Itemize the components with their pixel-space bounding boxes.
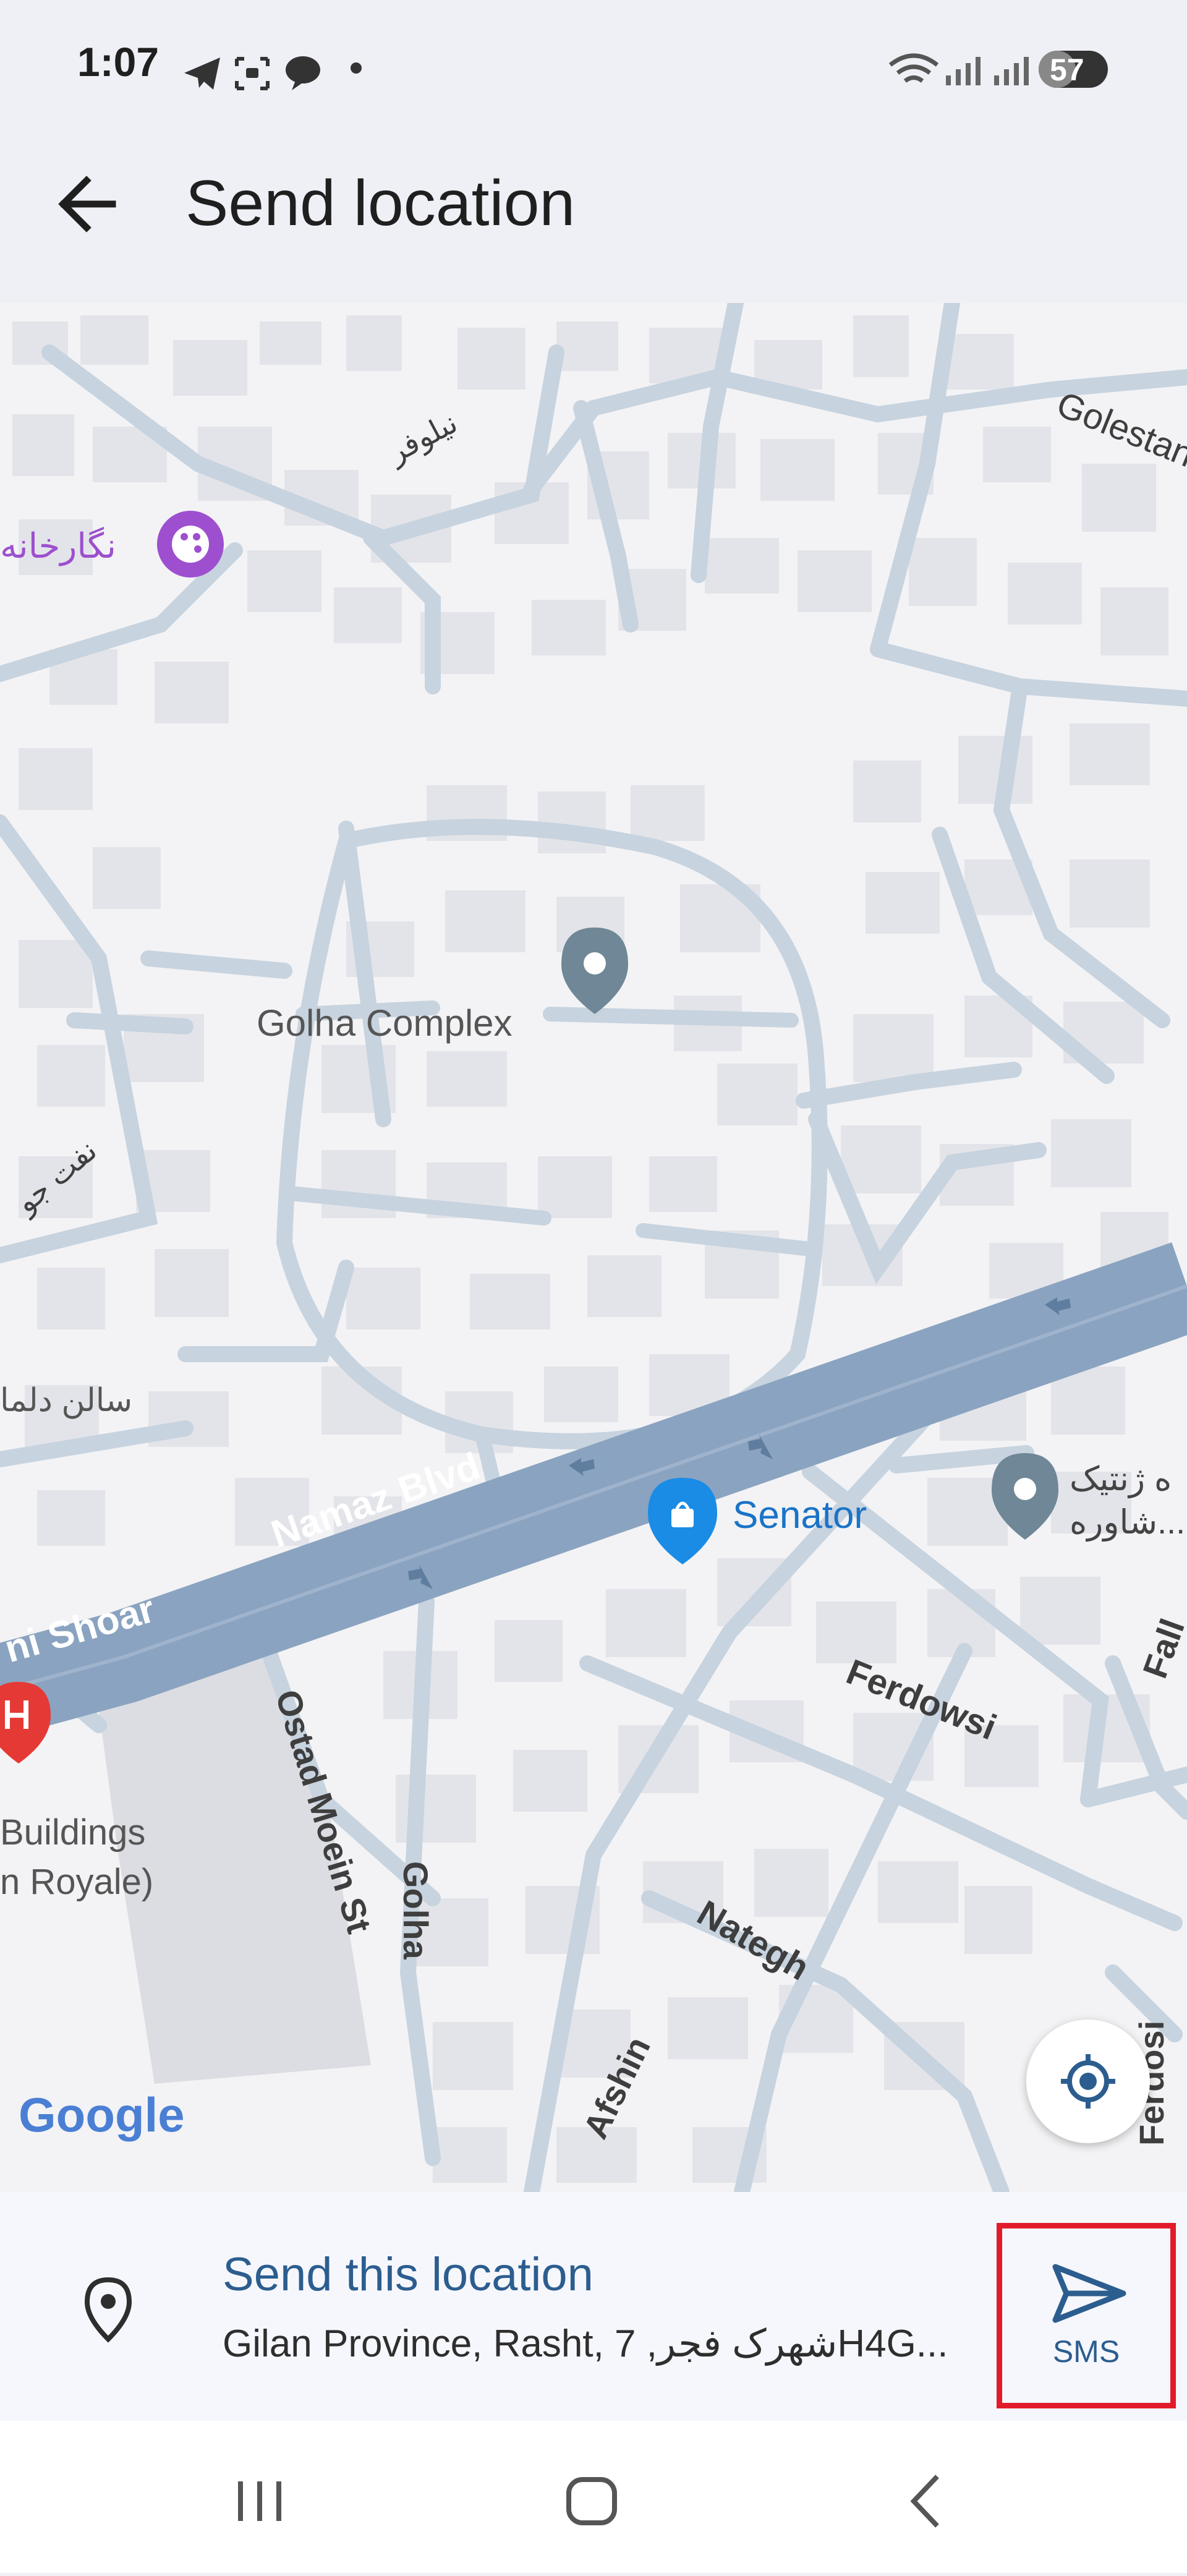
notification-dot-icon	[351, 62, 362, 74]
label-buildings-2: n Royale)	[0, 1862, 154, 1902]
back-button[interactable]	[43, 161, 130, 247]
gallery-palette-icon[interactable]	[157, 511, 224, 578]
label-buildings-1: Buildings	[0, 1812, 146, 1853]
system-nav-bar	[0, 2421, 1187, 2573]
battery-level: 57	[1050, 53, 1084, 87]
send-icon	[1052, 2264, 1126, 2323]
label-golha-complex: Golha Complex	[257, 1002, 513, 1044]
location-address: Gilan Province, Rasht, 7 ,شهرک فجرH4G...	[223, 2322, 948, 2365]
send-location-panel[interactable]: Send this location Gilan Province, Rasht…	[0, 2192, 1187, 2421]
golha-complex-pin-icon[interactable]	[561, 928, 628, 1014]
recents-icon[interactable]	[238, 2481, 281, 2521]
status-bar: 1:07 57	[0, 0, 1187, 133]
wifi-icon	[888, 53, 939, 83]
page-title: Send location	[185, 168, 576, 239]
signal-icon-2	[994, 57, 1029, 85]
location-pin-icon	[84, 2277, 132, 2343]
label-golha-street: Golha	[396, 1861, 435, 1960]
my-location-button[interactable]	[1026, 2019, 1150, 2143]
home-icon[interactable]	[566, 2477, 617, 2525]
label-senator: Senator	[733, 1494, 867, 1537]
label-negarkhaneh: نگارخانه	[0, 526, 116, 565]
my-location-icon	[1061, 2054, 1115, 2109]
message-bubble-icon	[286, 56, 320, 90]
sms-send-button[interactable]: SMS	[997, 2223, 1176, 2408]
back-icon[interactable]	[910, 2475, 939, 2528]
telegram-icon	[184, 58, 220, 90]
app-bar: Send location	[0, 133, 1187, 303]
screenshot-icon	[235, 57, 270, 90]
sms-label: SMS	[1052, 2334, 1120, 2369]
label-salon-dolma: سالن دلما	[0, 1383, 133, 1418]
arrow-left-icon	[58, 176, 116, 232]
map-view[interactable]: نیلوفر نگارخانه Golestan Golha Complex ن…	[0, 303, 1187, 2192]
status-icons	[184, 51, 1108, 90]
signal-icon	[946, 57, 981, 85]
label-genetic-2: شاوره...	[1070, 1504, 1186, 1541]
google-logo: Google	[19, 2088, 185, 2142]
map-canvas	[0, 303, 1187, 2192]
send-this-location-label[interactable]: Send this location	[223, 2248, 594, 2301]
senator-shop-pin-icon[interactable]	[648, 1478, 717, 1564]
nav-icons	[238, 2475, 939, 2528]
hospital-icon[interactable]	[0, 1682, 51, 1764]
label-genetic-1: ه ژنتیک	[1070, 1461, 1172, 1498]
